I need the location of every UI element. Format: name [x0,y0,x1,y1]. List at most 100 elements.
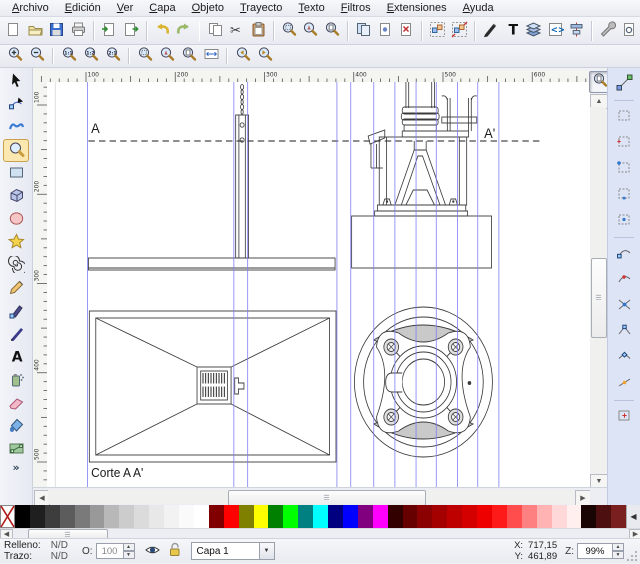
menu-filtros[interactable]: Filtros [333,1,379,15]
palette-swatch[interactable] [537,505,552,528]
align-dialog-button[interactable] [567,20,586,42]
palette-swatch[interactable] [522,505,537,528]
palette-swatch[interactable] [596,505,611,528]
zoom-selection-button[interactable] [135,47,155,66]
menu-extensiones[interactable]: Extensiones [379,1,455,15]
opacity-up-button[interactable]: ▲ [124,543,135,551]
palette-swatch[interactable] [492,505,507,528]
xml-editor-button[interactable]: <> [545,20,564,42]
box-3d-tool[interactable] [3,185,29,208]
zoom-page-button[interactable] [323,20,342,42]
zoom-selection-button[interactable] [280,20,299,42]
snap-path-intersections-button[interactable] [612,294,636,318]
zoom-previous-button[interactable] [233,47,253,66]
zoom-drawing-button[interactable] [301,20,320,42]
post-elevation[interactable] [236,85,249,258]
palette-swatch[interactable] [104,505,119,528]
snap-cusp-nodes-button[interactable] [612,320,636,344]
pencil-tool[interactable] [3,277,29,300]
palette-swatch[interactable] [403,505,418,528]
palette-swatch[interactable] [239,505,254,528]
open-document-button[interactable] [25,20,44,42]
ungroup-objects-button[interactable] [450,20,469,42]
copy-button[interactable] [205,20,224,42]
rectangle-tool[interactable] [3,162,29,185]
palette-swatch[interactable] [313,505,328,528]
palette-swatch[interactable] [45,505,60,528]
ellipse-tool[interactable] [3,208,29,231]
menu-objeto[interactable]: Objeto [184,1,232,15]
palette-swatch[interactable] [388,505,403,528]
window-resize-grip[interactable] [624,539,640,564]
text-tool[interactable]: A [3,346,29,369]
palette-swatch[interactable] [194,505,209,528]
drain-elevation[interactable] [352,82,492,268]
drawing-canvas[interactable]: A A' Corte A A' [47,82,590,487]
zoom-out-button[interactable] [27,47,47,66]
palette-swatch[interactable] [90,505,105,528]
new-document-button[interactable] [4,20,23,42]
unlink-clone-button[interactable] [397,20,416,42]
menu-ayuda[interactable]: Ayuda [455,1,502,15]
print-document-button[interactable] [68,20,87,42]
palette-swatch[interactable] [567,505,582,528]
palette-swatch[interactable] [358,505,373,528]
menu-archivo[interactable]: Archivo [4,1,57,15]
palette-swatch[interactable] [447,505,462,528]
zoom-in-button[interactable] [5,47,25,66]
palette-swatch[interactable] [462,505,477,528]
palette-swatch[interactable] [283,505,298,528]
zoom-down-button[interactable]: ▼ [613,551,624,559]
opacity-input[interactable] [96,543,124,559]
document-properties-button[interactable] [620,20,639,42]
paint-bucket-tool[interactable] [3,415,29,438]
layer-dropdown-button[interactable]: ▼ [259,542,275,560]
horizontal-scrollbar[interactable]: ◀ ☰ ▶ [33,487,590,506]
zoom-page-button[interactable] [179,47,199,66]
palette-swatch[interactable] [552,505,567,528]
no-color-swatch[interactable] [0,505,15,528]
zoom-next-button[interactable] [255,47,275,66]
import-document-button[interactable] [100,20,119,42]
palette-swatch[interactable] [343,505,358,528]
zoom-1-2-button[interactable]: 1:2 [81,47,101,66]
toolbox-overflow-button[interactable]: » [3,461,29,477]
zoom-1-1-button[interactable]: 1:1 [59,47,79,66]
snap-line-midpoints-button[interactable] [612,372,636,396]
layer-selector[interactable]: Capa 1 ▼ [191,542,275,560]
palette-swatch[interactable] [179,505,194,528]
zoom-up-button[interactable]: ▲ [613,543,624,551]
palette-swatch[interactable] [328,505,343,528]
star-tool[interactable] [3,231,29,254]
snap-bbox-edges-button[interactable] [612,131,636,155]
zoom-tool[interactable] [3,139,29,162]
group-objects-button[interactable] [428,20,447,42]
menu-capa[interactable]: Capa [141,1,183,15]
palette-swatch[interactable] [164,505,179,528]
drain-plan[interactable] [354,307,492,457]
layers-dialog-button[interactable] [524,20,543,42]
fill-stroke-indicator[interactable]: Relleno: N/D Trazo: N/D [4,540,68,562]
palette-swatch[interactable] [209,505,224,528]
fill-stroke-dialog-button[interactable] [481,20,500,42]
beam-elevation[interactable] [88,258,335,270]
snap-bounding-box-button[interactable] [612,105,636,129]
palette-swatch[interactable] [254,505,269,528]
pen-tool[interactable] [3,300,29,323]
snap-bbox-centers-button[interactable] [612,209,636,233]
duplicate-button[interactable] [354,20,373,42]
snap-bbox-edge-midpoints-button[interactable] [612,183,636,207]
palette-swatch[interactable] [417,505,432,528]
palette-swatch[interactable] [432,505,447,528]
redo-button[interactable] [174,20,193,42]
snap-object-centers-button[interactable] [612,405,636,429]
create-clone-button[interactable] [375,20,394,42]
palette-swatch[interactable] [60,505,75,528]
snap-bbox-corners-button[interactable] [612,157,636,181]
palette-swatch[interactable] [30,505,45,528]
export-document-button[interactable] [121,20,140,42]
opacity-down-button[interactable]: ▼ [124,551,135,559]
menu-texto[interactable]: Texto [290,1,332,15]
palette-swatch[interactable] [119,505,134,528]
palette-swatch[interactable] [15,505,30,528]
